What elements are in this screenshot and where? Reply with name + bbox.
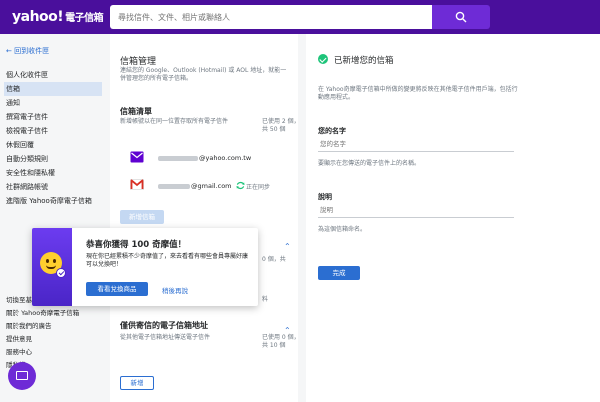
sidebar-item-vacation[interactable]: 休假回覆 xyxy=(6,138,104,152)
settings-sidebar: ← 回到收件匣 個人化收件匣 信箱 通知 撰寫電子信件 檢視電子信件 休假回覆 … xyxy=(0,34,108,402)
popup-message: 現在你已經累積不少奇摩值了，來去看看有哪些會員專屬好康可以兌換吧！ xyxy=(86,253,249,268)
gmail-icon xyxy=(130,179,144,190)
sidebar-item-social[interactable]: 社群網路帳號 xyxy=(6,180,104,194)
done-button[interactable]: 完成 xyxy=(318,266,360,280)
partial-count: 0 個，共 xyxy=(262,256,286,263)
redacted-text xyxy=(158,183,190,189)
send-only-count: 已使用 0 個，共 10 個 xyxy=(262,334,300,349)
yahoo-mail-icon xyxy=(130,151,144,163)
account-row-yahoo[interactable]: @yahoo.com.tw xyxy=(120,148,290,168)
panel-description: 在 Yahoo奇摩電子信箱中所做的變更將反映在其他電子信件用戶端，包括行動應用程… xyxy=(318,86,518,101)
name-label: 您的名字 xyxy=(318,127,346,135)
send-only-desc: 從其他電子信箱地址傳送電子信件 xyxy=(120,334,211,341)
chat-button[interactable] xyxy=(8,362,36,390)
description-input[interactable] xyxy=(318,202,514,218)
account-email: @gmail.com xyxy=(158,182,232,190)
sidebar-item-notifications[interactable]: 通知 xyxy=(6,96,104,110)
popup-title: 恭喜你獲得 100 奇摩值！ xyxy=(86,240,187,250)
sidebar-item-security[interactable]: 安全性和隱私權 xyxy=(6,166,104,180)
description-label: 說明 xyxy=(318,193,332,201)
name-hint: 要顯示在您傳送的電子信件上的名稱。 xyxy=(318,160,421,167)
logo-text: yahoo! xyxy=(12,9,64,25)
mailbox-added-panel: 已新增您的信箱 在 Yahoo奇摩電子信箱中所做的變更將反映在其他電子信件用戶端… xyxy=(306,34,600,402)
back-to-inbox-link[interactable]: ← 回到收件匣 xyxy=(6,46,49,56)
view-rewards-button[interactable]: 看看兌換商品 xyxy=(86,282,148,296)
sidebar-item-view-email[interactable]: 檢視電子信件 xyxy=(6,124,104,138)
search-button[interactable] xyxy=(432,5,490,29)
mailbox-list-title: 信箱清單 xyxy=(120,107,152,116)
panel-description: 連結您的 Google、Outlook (Hotmail) 或 AOL 地址，就… xyxy=(120,67,287,82)
sidebar-item-compose[interactable]: 撰寫電子信件 xyxy=(6,110,104,124)
sidebar-item-personalized-inbox[interactable]: 個人化收件匣 xyxy=(6,68,104,82)
redacted-text xyxy=(158,155,198,161)
sidebar-item-pro[interactable]: 進階版 Yahoo奇摩電子信箱 xyxy=(6,194,104,208)
search-input[interactable] xyxy=(110,5,432,29)
add-mailbox-button[interactable]: 新增信箱 xyxy=(120,210,164,224)
panel-title: 信箱管理 xyxy=(120,57,157,67)
mailbox-list-count: 已使用 2 個，共 50 個 xyxy=(262,118,300,133)
collapse-icon[interactable]: ⌃ xyxy=(284,242,291,251)
account-email: @yahoo.com.tw xyxy=(158,154,251,162)
check-badge-icon xyxy=(56,268,66,278)
add-send-address-button[interactable]: 新增 xyxy=(120,376,154,390)
sync-icon xyxy=(236,181,245,190)
description-hint: 為這個信箱命名。 xyxy=(318,226,367,233)
yahoo-mail-logo[interactable]: yahoo! 電子信箱 xyxy=(12,9,104,25)
footer-link-about[interactable]: 關於 Yahoo奇摩電子信箱 xyxy=(6,307,79,317)
reward-popup: 恭喜你獲得 100 奇摩值！ 現在你已經累積不少奇摩值了，來去看看有哪些會員專屬… xyxy=(32,228,258,306)
check-circle-icon xyxy=(318,54,328,64)
top-bar: yahoo! 電子信箱 xyxy=(0,0,600,34)
panel-title: 已新增您的信箱 xyxy=(334,56,394,66)
footer-link-ads[interactable]: 關於我們的廣告 xyxy=(6,320,52,330)
footer-link-help[interactable]: 服務中心 xyxy=(6,346,32,356)
mailbox-list-desc: 新增帳號以在同一位置存取所有電子信件 xyxy=(120,118,229,125)
search-icon xyxy=(455,11,467,23)
popup-illustration xyxy=(32,228,72,306)
chat-icon xyxy=(16,371,28,380)
send-only-title: 僅供寄信的電子信箱地址 xyxy=(120,321,208,330)
sync-status: 正在同步 xyxy=(246,184,271,191)
sidebar-item-filters[interactable]: 自動分類規則 xyxy=(6,152,104,166)
logo-subtitle: 電子信箱 xyxy=(65,13,104,24)
account-row-gmail[interactable]: @gmail.com 正在同步 xyxy=(120,176,290,196)
footer-link-feedback[interactable]: 提供意見 xyxy=(6,333,32,343)
name-input[interactable] xyxy=(318,136,514,152)
sidebar-item-mailboxes[interactable]: 信箱 xyxy=(4,82,102,96)
search-box[interactable] xyxy=(110,5,432,29)
later-link[interactable]: 稍後再說 xyxy=(162,285,188,295)
mailbox-management-panel: 信箱管理 連結您的 Google、Outlook (Hotmail) 或 AOL… xyxy=(110,34,300,402)
partial-text: 料 xyxy=(262,296,269,303)
